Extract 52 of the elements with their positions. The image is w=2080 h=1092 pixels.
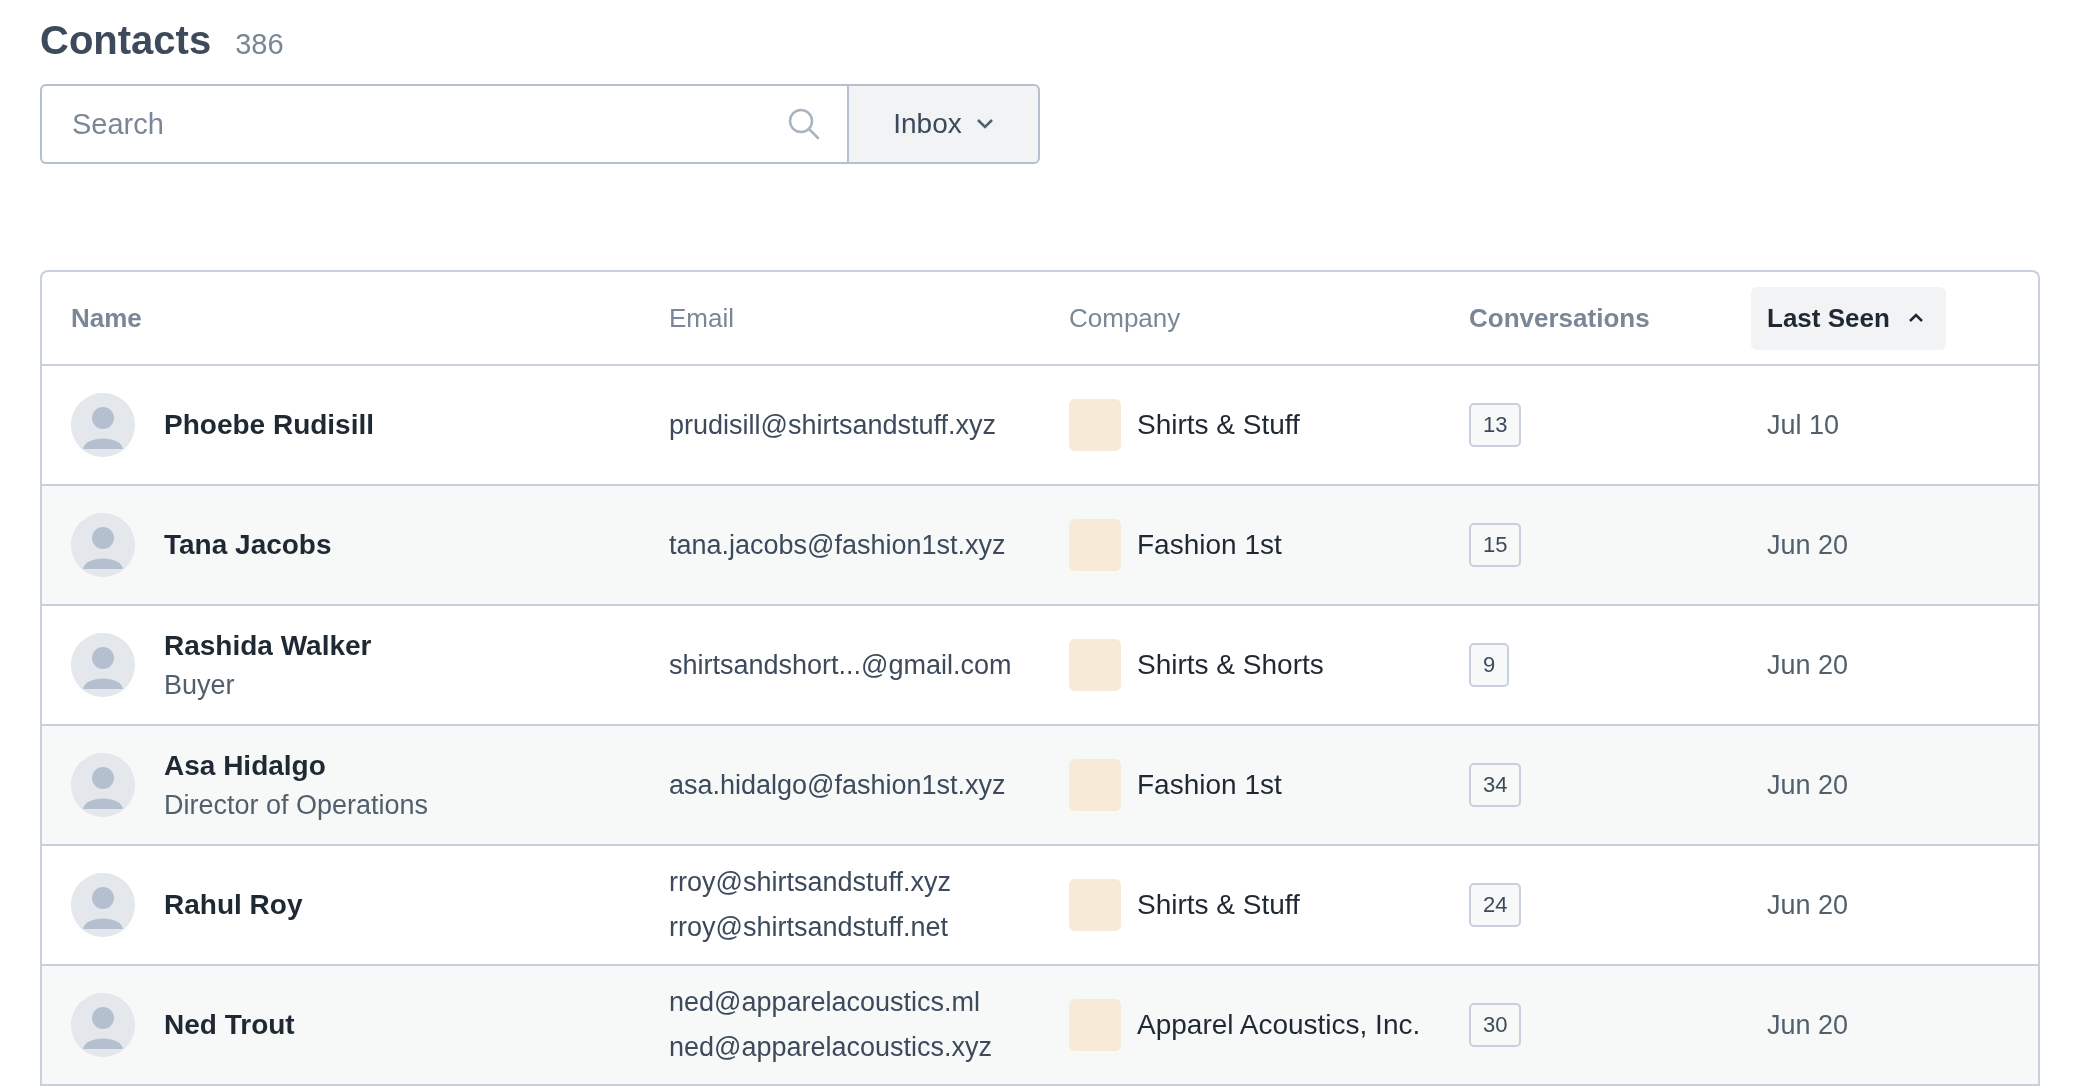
column-header[interactable]: Last Seen (1751, 286, 1946, 350)
contact-email: tana.jacobs@fashion1st.xyz (669, 529, 1007, 561)
inbox-dropdown[interactable]: Inbox (847, 84, 1040, 164)
company-name: Fashion 1st (1137, 529, 1282, 561)
last-seen-date: Jun 20 (1767, 649, 1850, 681)
conversation-count: 9 (1469, 643, 1510, 687)
company-name: Apparel Acoustics, Inc. (1137, 1009, 1421, 1041)
last-seen-date: Jul 10 (1767, 409, 1841, 441)
conversation-count: 34 (1469, 763, 1522, 807)
page-title: Contacts (40, 18, 212, 63)
logo-placeholder (1069, 759, 1121, 811)
company-name: Shirts & Stuff (1137, 409, 1300, 441)
column-header[interactable]: Conversations (1469, 302, 1650, 334)
company-name: Shirts & Stuff (1137, 889, 1300, 921)
logo-placeholder (1069, 999, 1121, 1051)
last-seen-date: Jun 20 (1767, 889, 1850, 921)
contact-name: Rahul Roy (164, 889, 303, 921)
last-seen-date: Jun 20 (1767, 529, 1850, 561)
contact-name: Ned Trout (164, 1009, 295, 1041)
conversation-count: 24 (1469, 883, 1522, 927)
contact-email: rroy@shirtsandstuff.xyz (669, 867, 952, 898)
column-header[interactable]: Name (71, 302, 142, 334)
contact-role: Buyer (164, 669, 236, 701)
last-seen-date: Jun 20 (1767, 1009, 1850, 1041)
column-header: Email (669, 302, 734, 334)
contact-name: Phoebe Rudisill (164, 409, 375, 441)
contact-email: ned@apparelacoustics.ml (669, 987, 982, 1018)
contact-email: ned@apparelacoustics.xyz (669, 1032, 994, 1063)
search-icon (787, 107, 821, 141)
contact-email: asa.hidalgo@fashion1st.xyz (669, 769, 1007, 801)
contact-email: rroy@shirtsandstuff.net (669, 912, 950, 943)
contact-name: Rashida Walker (164, 629, 372, 662)
logo-placeholder (1069, 519, 1121, 571)
search-field[interactable]: Search (40, 84, 847, 164)
contact-email: shirtsandshort...@gmail.com (669, 649, 1013, 681)
contact-count: 386 (235, 28, 284, 61)
contact-role: Director of Operations (164, 789, 429, 821)
conversation-count: 15 (1469, 523, 1522, 567)
contact-name: Asa Hidalgo (164, 749, 327, 782)
conversation-count: 13 (1469, 403, 1522, 447)
last-seen-date: Jun 20 (1767, 769, 1850, 801)
logo-placeholder (1069, 639, 1121, 691)
caret-up-icon (1907, 313, 1924, 323)
chevron-down-icon (975, 118, 994, 130)
logo-placeholder (1069, 399, 1121, 451)
column-header: Company (1069, 302, 1181, 334)
contact-email: prudisill@shirtsandstuff.xyz (669, 409, 998, 441)
logo-placeholder (1069, 879, 1121, 931)
conversation-count: 30 (1469, 1003, 1522, 1047)
company-name: Fashion 1st (1137, 769, 1282, 801)
company-name: Shirts & Shorts (1137, 649, 1324, 681)
contact-name: Tana Jacobs (164, 529, 332, 561)
